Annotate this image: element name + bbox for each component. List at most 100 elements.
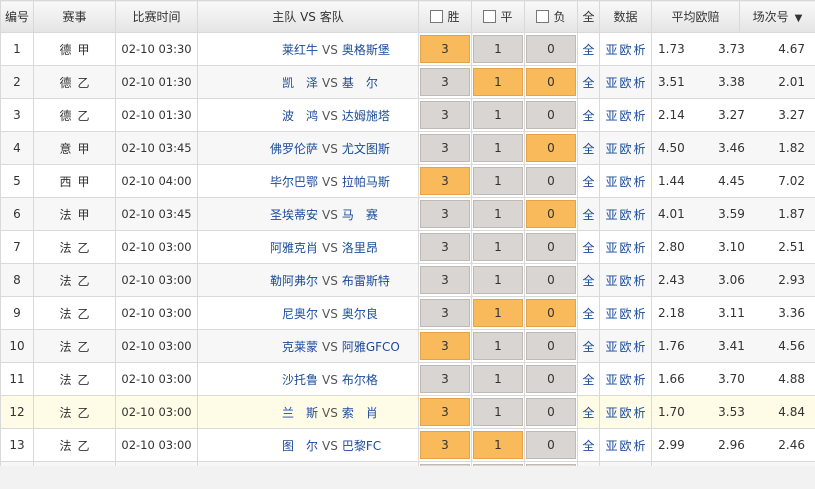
- analysis-link[interactable]: 析: [634, 406, 646, 420]
- result-win-button[interactable]: 3: [420, 398, 470, 426]
- euro-odds-link[interactable]: 欧: [619, 43, 631, 57]
- result-draw-button[interactable]: 1: [473, 35, 523, 63]
- euro-odds-link[interactable]: 欧: [619, 274, 631, 288]
- draw-checkbox[interactable]: [483, 10, 497, 23]
- analysis-link[interactable]: 析: [634, 340, 646, 354]
- analysis-link[interactable]: 析: [634, 439, 646, 453]
- analysis-link[interactable]: 析: [634, 142, 646, 156]
- away-team[interactable]: 阿雅GFCO: [342, 338, 418, 355]
- home-team[interactable]: 佛罗伦萨: [199, 140, 318, 157]
- asian-odds-link[interactable]: 亚: [605, 439, 617, 453]
- result-win-button[interactable]: 3: [420, 332, 470, 360]
- result-lose-button[interactable]: 0: [526, 167, 576, 195]
- away-team[interactable]: 拉帕马斯: [342, 173, 418, 190]
- euro-odds-link[interactable]: 欧: [619, 109, 631, 123]
- away-team[interactable]: 布尔格: [342, 371, 418, 388]
- home-team[interactable]: 尼奥尔: [199, 305, 318, 322]
- select-all-link[interactable]: 全: [577, 395, 600, 429]
- header-lose[interactable]: 负: [524, 0, 578, 33]
- euro-odds-link[interactable]: 欧: [619, 439, 631, 453]
- away-team[interactable]: 奥格斯堡: [342, 41, 418, 58]
- euro-odds-link[interactable]: 欧: [619, 340, 631, 354]
- analysis-link[interactable]: 析: [634, 175, 646, 189]
- header-match-no[interactable]: 场次号 ▼: [739, 0, 815, 33]
- select-all-link[interactable]: 全: [577, 164, 600, 198]
- asian-odds-link[interactable]: 亚: [605, 43, 617, 57]
- result-draw-button[interactable]: 1: [473, 233, 523, 261]
- select-all-link[interactable]: 全: [577, 32, 600, 66]
- result-draw-button[interactable]: 1: [473, 299, 523, 327]
- select-all-link[interactable]: 全: [577, 428, 600, 462]
- euro-odds-link[interactable]: 欧: [619, 307, 631, 321]
- asian-odds-link[interactable]: 亚: [605, 142, 617, 156]
- euro-odds-link[interactable]: 欧: [619, 241, 631, 255]
- asian-odds-link[interactable]: 亚: [605, 340, 617, 354]
- select-all-link[interactable]: 全: [577, 131, 600, 165]
- lose-checkbox[interactable]: [536, 10, 550, 23]
- select-all-link[interactable]: 全: [577, 98, 600, 132]
- select-all-link[interactable]: 全: [577, 461, 600, 466]
- result-lose-button[interactable]: 0: [526, 68, 576, 96]
- away-team[interactable]: 基 尔: [342, 74, 418, 91]
- home-team[interactable]: 莱红牛: [199, 41, 318, 58]
- result-win-button[interactable]: 3: [420, 134, 470, 162]
- result-lose-button[interactable]: 0: [526, 35, 576, 63]
- analysis-link[interactable]: 析: [634, 274, 646, 288]
- home-team[interactable]: 毕尔巴鄂: [199, 173, 318, 190]
- away-team[interactable]: 奥尔良: [342, 305, 418, 322]
- euro-odds-link[interactable]: 欧: [619, 406, 631, 420]
- select-all-link[interactable]: 全: [577, 362, 600, 396]
- euro-odds-link[interactable]: 欧: [619, 175, 631, 189]
- win-checkbox[interactable]: [430, 10, 444, 23]
- result-lose-button[interactable]: 0: [526, 398, 576, 426]
- result-draw-button[interactable]: 1: [473, 464, 523, 466]
- select-all-link[interactable]: 全: [577, 296, 600, 330]
- select-all-link[interactable]: 全: [577, 230, 600, 264]
- result-win-button[interactable]: 3: [420, 68, 470, 96]
- home-team[interactable]: 沙托鲁: [199, 371, 318, 388]
- result-lose-button[interactable]: 0: [526, 464, 576, 466]
- result-draw-button[interactable]: 1: [473, 200, 523, 228]
- result-win-button[interactable]: 3: [420, 167, 470, 195]
- header-all[interactable]: 全: [577, 0, 600, 33]
- result-lose-button[interactable]: 0: [526, 332, 576, 360]
- result-win-button[interactable]: 3: [420, 464, 470, 466]
- result-lose-button[interactable]: 0: [526, 431, 576, 459]
- result-draw-button[interactable]: 1: [473, 101, 523, 129]
- select-all-link[interactable]: 全: [577, 65, 600, 99]
- analysis-link[interactable]: 析: [634, 241, 646, 255]
- analysis-link[interactable]: 析: [634, 208, 646, 222]
- analysis-link[interactable]: 析: [634, 307, 646, 321]
- analysis-link[interactable]: 析: [634, 43, 646, 57]
- asian-odds-link[interactable]: 亚: [605, 175, 617, 189]
- home-team[interactable]: 阿雅克肖: [199, 239, 318, 256]
- asian-odds-link[interactable]: 亚: [605, 76, 617, 90]
- away-team[interactable]: 马 赛: [342, 206, 418, 223]
- home-team[interactable]: 图 尔: [199, 437, 318, 454]
- analysis-link[interactable]: 析: [634, 76, 646, 90]
- header-draw[interactable]: 平: [471, 0, 525, 33]
- euro-odds-link[interactable]: 欧: [619, 76, 631, 90]
- result-draw-button[interactable]: 1: [473, 365, 523, 393]
- sort-down-icon[interactable]: ▼: [795, 13, 803, 24]
- result-win-button[interactable]: 3: [420, 299, 470, 327]
- result-lose-button[interactable]: 0: [526, 134, 576, 162]
- away-team[interactable]: 洛里昂: [342, 239, 418, 256]
- result-win-button[interactable]: 3: [420, 266, 470, 294]
- asian-odds-link[interactable]: 亚: [605, 109, 617, 123]
- euro-odds-link[interactable]: 欧: [619, 208, 631, 222]
- asian-odds-link[interactable]: 亚: [605, 307, 617, 321]
- asian-odds-link[interactable]: 亚: [605, 241, 617, 255]
- result-lose-button[interactable]: 0: [526, 365, 576, 393]
- home-team[interactable]: 勒阿弗尔: [199, 272, 318, 289]
- result-draw-button[interactable]: 1: [473, 134, 523, 162]
- analysis-link[interactable]: 析: [634, 373, 646, 387]
- select-all-link[interactable]: 全: [577, 263, 600, 297]
- home-team[interactable]: 兰 斯: [199, 404, 318, 421]
- home-team[interactable]: 凯 泽: [199, 74, 318, 91]
- result-draw-button[interactable]: 1: [473, 68, 523, 96]
- euro-odds-link[interactable]: 欧: [619, 373, 631, 387]
- header-win[interactable]: 胜: [418, 0, 472, 33]
- away-team[interactable]: 巴黎FC: [342, 437, 418, 454]
- result-draw-button[interactable]: 1: [473, 332, 523, 360]
